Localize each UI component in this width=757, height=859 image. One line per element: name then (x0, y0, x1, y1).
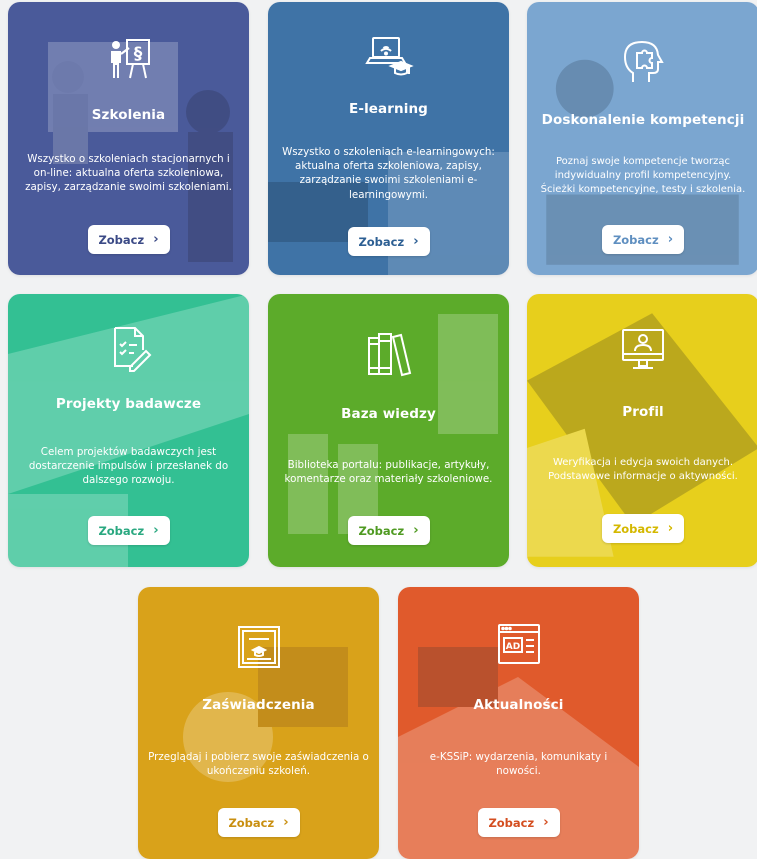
zobacz-button[interactable]: Zobacz › (87, 225, 170, 254)
document-pen-icon (103, 322, 155, 374)
button-label: Zobacz (488, 815, 535, 830)
card-title: Baza wiedzy (341, 406, 436, 422)
card-title: Profil (622, 404, 664, 420)
laptop-graduation-icon (363, 32, 415, 84)
card-description: Przeglądaj i pobierz swoje zaświadczenia… (148, 751, 369, 778)
chevron-right-icon: › (283, 815, 289, 830)
card-title: Projekty badawcze (55, 396, 202, 412)
chevron-right-icon: › (153, 523, 159, 538)
chevron-right-icon: › (413, 523, 419, 538)
head-puzzle-icon (617, 36, 669, 88)
chevron-right-icon: › (543, 815, 549, 830)
books-icon (363, 328, 415, 380)
card-profil: Profil Weryfikacja i edycja swoich danyc… (527, 294, 757, 567)
card-doskonalenie-kompetencji: Doskonalenie kompetencji Poznaj swoje ko… (527, 2, 757, 275)
monitor-user-icon (617, 326, 669, 378)
svg-text:§: § (133, 44, 142, 64)
card-description: Wszystko o szkoleniach stacjonarnych i o… (25, 153, 232, 194)
zobacz-button[interactable]: Zobacz › (602, 514, 684, 543)
card-zaswiadczenia: Zaświadczenia Przeglądaj i pobierz swoje… (138, 587, 379, 859)
card-title: Szkolenia (91, 107, 166, 123)
button-label: Zobacz (98, 232, 145, 247)
card-description: Celem projektów badawczych jest dostarcz… (28, 446, 229, 487)
button-label: Zobacz (358, 234, 405, 249)
svg-text:AD: AD (505, 642, 519, 652)
card-aktualnosci: AD Aktualności e-KSSiP: wydarzenia, komu… (398, 587, 639, 859)
card-title: E-learning (349, 101, 428, 117)
zobacz-button[interactable]: Zobacz › (217, 808, 300, 837)
teacher-board-icon: § (103, 34, 155, 86)
news-ad-icon: AD (493, 619, 545, 671)
card-baza-wiedzy: Baza wiedzy Biblioteka portalu: publikac… (268, 294, 509, 567)
card-title: Doskonalenie kompetencji (541, 112, 745, 128)
chevron-right-icon: › (667, 232, 674, 247)
button-label: Zobacz (98, 523, 145, 538)
button-label: Zobacz (358, 523, 405, 538)
card-szkolenia: § Szkolenia Wszystko o szkoleniach stacj… (8, 2, 249, 275)
card-description: Poznaj swoje kompetencje tworząc indywid… (540, 156, 746, 195)
card-description: e-KSSiP: wydarzenia, komunikaty i nowośc… (429, 751, 608, 778)
card-title: Zaświadczenia (202, 697, 315, 713)
chevron-right-icon: › (667, 521, 674, 536)
card-description: Biblioteka portalu: publikacje, artykuły… (284, 459, 493, 486)
chevron-right-icon: › (413, 234, 419, 249)
card-title: Aktualności (473, 697, 564, 713)
card-description: Wszystko o szkoleniach e-learningowych: … (282, 146, 495, 201)
zobacz-button[interactable]: Zobacz › (477, 808, 560, 837)
card-description: Weryfikacja i edycja swoich danych. Pods… (548, 457, 738, 482)
card-projekty-badawcze: Projekty badawcze Celem projektów badawc… (8, 294, 249, 567)
zobacz-button[interactable]: Zobacz › (87, 516, 170, 545)
button-label: Zobacz (612, 521, 659, 536)
zobacz-button[interactable]: Zobacz › (347, 227, 430, 256)
button-label: Zobacz (228, 815, 275, 830)
card-e-learning: E-learning Wszystko o szkoleniach e-lear… (268, 2, 509, 275)
certificate-icon (233, 621, 285, 673)
zobacz-button[interactable]: Zobacz › (347, 516, 430, 545)
zobacz-button[interactable]: Zobacz › (602, 225, 684, 254)
chevron-right-icon: › (153, 232, 159, 247)
button-label: Zobacz (612, 232, 659, 247)
